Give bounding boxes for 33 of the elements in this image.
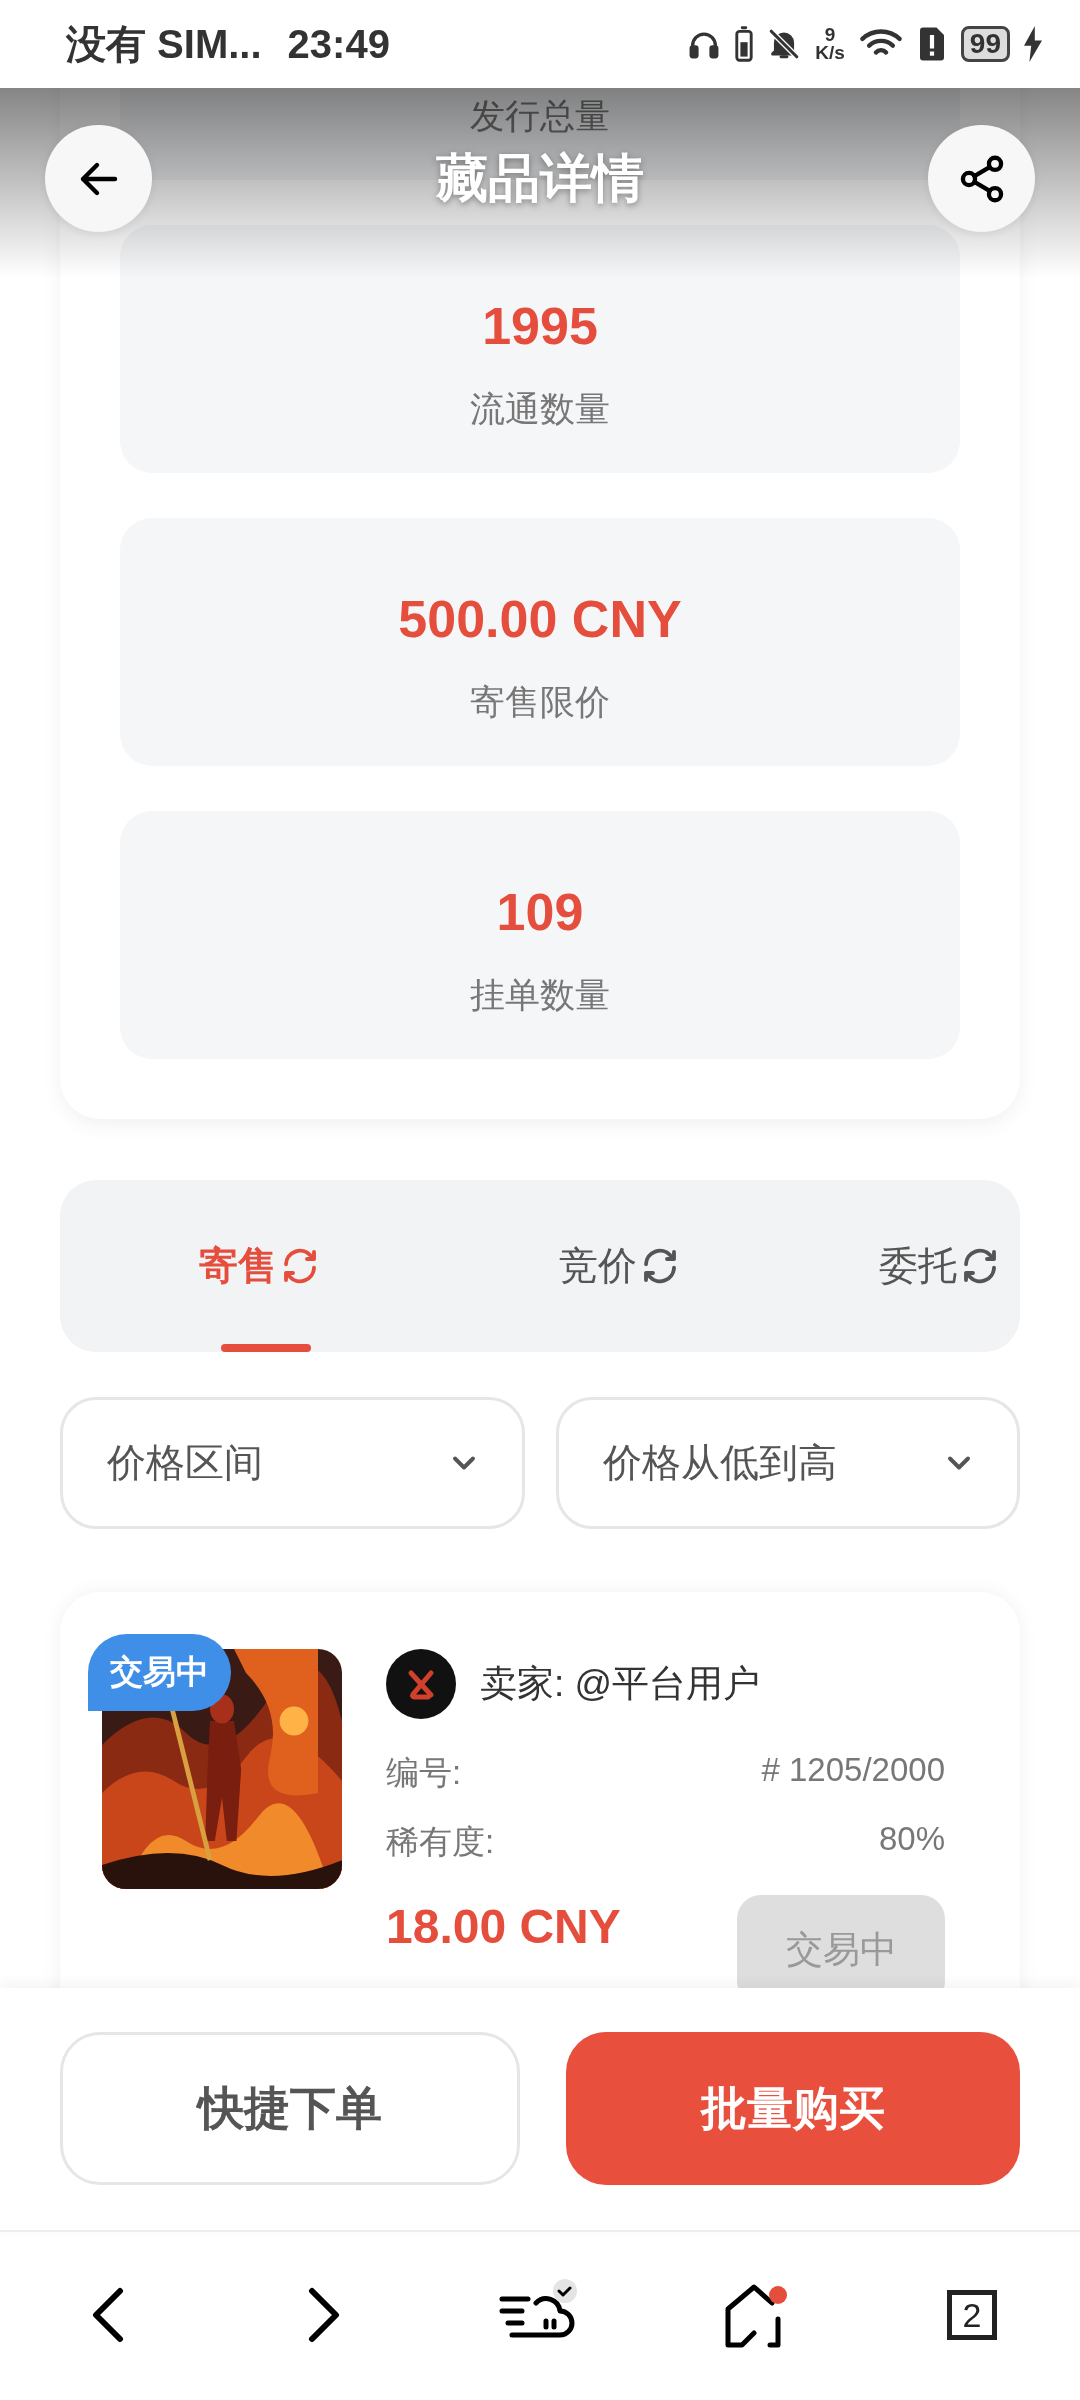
tab[interactable]: 竞价: [460, 1180, 780, 1352]
price: 18.00 CNY: [386, 1899, 621, 1954]
field-value: # 1205/2000: [761, 1751, 945, 1790]
filter-dropdown[interactable]: 价格区间: [60, 1397, 525, 1529]
network-speed: 9 K/s: [815, 26, 845, 62]
forward-icon[interactable]: [306, 2287, 342, 2343]
seller-avatar: [386, 1649, 456, 1719]
field-value: 80%: [878, 1820, 945, 1859]
charging-bolt-icon: [1024, 26, 1042, 62]
stat-value: 500.00 CNY: [398, 589, 682, 649]
tab[interactable]: 寄售: [100, 1180, 420, 1352]
back-icon[interactable]: [90, 2287, 126, 2343]
carrier-text: 没有 SIM...: [66, 20, 262, 68]
page-title: 藏品详情: [436, 148, 644, 209]
quick-order-button[interactable]: 快捷下单: [60, 2032, 520, 2185]
seller-name: 卖家: @平台用户: [480, 1662, 761, 1706]
stat-label: 流通数量: [470, 388, 610, 430]
tab[interactable]: 委托: [780, 1180, 1020, 1352]
stat-label: 挂单数量: [470, 974, 610, 1016]
muted-bell-icon: [767, 26, 802, 62]
battery-level: 99: [960, 26, 1010, 62]
stat-value: 109: [496, 882, 584, 942]
stat-label: 寄售限价: [470, 681, 610, 723]
battery-icon: [735, 26, 754, 62]
stat-value: 1995: [482, 296, 598, 356]
bulk-buy-button[interactable]: 批量购买: [566, 2032, 1020, 2185]
tab-count-button[interactable]: 2: [947, 2290, 997, 2340]
field-label: 稀有度:: [386, 1822, 495, 1862]
status-badge: 交易中: [88, 1634, 231, 1711]
field-label: 编号:: [386, 1753, 462, 1793]
clock: 23:49: [287, 21, 390, 67]
stat-label: 发行总量: [470, 95, 610, 137]
filter-dropdown[interactable]: 价格从低到高: [555, 1397, 1020, 1529]
